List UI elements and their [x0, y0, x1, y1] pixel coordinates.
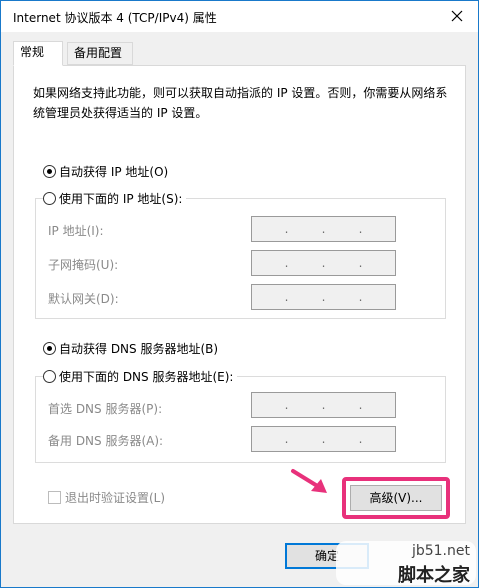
alternate-dns-label: 备用 DNS 服务器(A):: [48, 434, 164, 448]
alternate-dns-input[interactable]: ...: [251, 426, 396, 452]
validate-checkbox[interactable]: [48, 491, 61, 504]
manual-ip-option[interactable]: 使用下面的 IP 地址(S):: [43, 190, 187, 207]
close-icon[interactable]: [448, 7, 466, 25]
watermark-brand: 脚本之家: [398, 565, 470, 586]
advanced-button[interactable]: 高级(V)...: [350, 485, 442, 511]
window-title: Internet 协议版本 4 (TCP/IPv4) 属性: [13, 11, 217, 25]
auto-dns-radio[interactable]: [43, 342, 56, 355]
tab-general[interactable]: 常规: [13, 41, 63, 66]
subnet-mask-input[interactable]: ...: [251, 250, 396, 276]
default-gateway-input[interactable]: ...: [251, 284, 396, 310]
default-gateway-label: 默认网关(D):: [48, 292, 119, 306]
auto-ip-option[interactable]: 自动获得 IP 地址(O): [43, 163, 168, 180]
validate-label: 退出时验证设置(L): [65, 491, 166, 505]
subnet-mask-label: 子网掩码(U):: [48, 258, 119, 272]
tab-alternate-config[interactable]: 备用配置: [67, 42, 133, 65]
manual-ip-radio[interactable]: [43, 192, 56, 205]
ip-address-input[interactable]: ...: [251, 216, 396, 242]
manual-dns-option[interactable]: 使用下面的 DNS 服务器地址(E):: [43, 368, 238, 385]
auto-ip-label: 自动获得 IP 地址(O): [59, 165, 169, 179]
auto-dns-label: 自动获得 DNS 服务器地址(B): [59, 342, 219, 356]
manual-ip-label: 使用下面的 IP 地址(S):: [59, 192, 183, 206]
general-panel: 如果网络支持此功能，则可以获取自动指派的 IP 设置。否则，你需要从网络系统管理…: [13, 65, 466, 524]
description-text: 如果网络支持此功能，则可以获取自动指派的 IP 设置。否则，你需要从网络系统管理…: [33, 86, 448, 120]
preferred-dns-input[interactable]: ...: [251, 392, 396, 418]
site-watermark: jb51.net 脚本之家: [336, 541, 476, 586]
validate-on-exit-option[interactable]: 退出时验证设置(L): [48, 489, 165, 506]
watermark-domain: jb51.net: [411, 543, 470, 559]
ip-address-label: IP 地址(I):: [48, 224, 104, 238]
auto-ip-radio[interactable]: [43, 165, 56, 178]
title-bar: Internet 协议版本 4 (TCP/IPv4) 属性: [1, 1, 478, 32]
manual-dns-radio[interactable]: [43, 370, 56, 383]
auto-dns-option[interactable]: 自动获得 DNS 服务器地址(B): [43, 340, 218, 357]
manual-dns-label: 使用下面的 DNS 服务器地址(E):: [59, 370, 234, 384]
preferred-dns-label: 首选 DNS 服务器(P):: [48, 402, 163, 416]
pointer-arrow-icon: [291, 469, 327, 493]
ipv4-properties-dialog: Internet 协议版本 4 (TCP/IPv4) 属性 常规 备用配置 如果…: [0, 0, 479, 588]
